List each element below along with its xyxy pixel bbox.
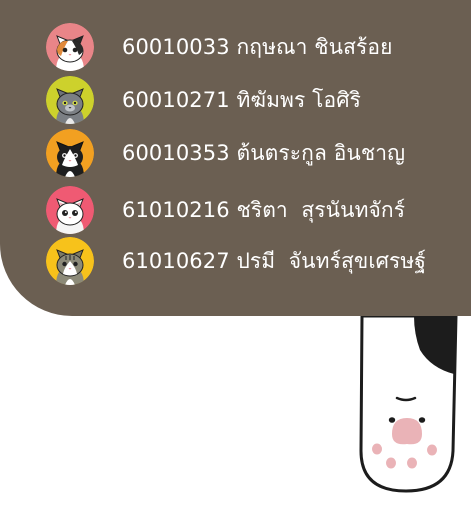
member-row: 60010353 ต้นตระกูล อินชาญ xyxy=(46,129,405,177)
member-text: 61010627 ปรมี จันทร์สุขเศรษฐ์ xyxy=(122,248,427,273)
tabby-cat-avatar-icon xyxy=(46,237,94,285)
member-text: 60010033 กฤษณา ชินสร้อย xyxy=(122,34,393,59)
gray-cat-avatar-icon xyxy=(46,76,94,124)
member-text: 60010353 ต้นตระกูล อินชาญ xyxy=(122,140,406,165)
member-row: 60010271 ทิฆัมพร โอศิริ xyxy=(46,76,361,124)
white-cat-avatar-icon xyxy=(46,186,94,234)
calico-cat-avatar-icon xyxy=(46,23,94,71)
member-text: 61010216 ชริตา สุรนันทจักร์ xyxy=(122,197,406,222)
member-text: 60010271 ทิฆัมพร โอศิริ xyxy=(122,87,362,112)
member-list-panel: 60010033 กฤษณา ชินสร้อย 60010271 ทิฆัมพร… xyxy=(0,0,471,316)
cat-paw-illustration xyxy=(356,314,460,500)
member-row: 61010627 ปรมี จันทร์สุขเศรษฐ์ xyxy=(46,237,426,285)
member-row: 61010216 ชริตา สุรนันทจักร์ xyxy=(46,186,405,234)
member-row: 60010033 กฤษณา ชินสร้อย xyxy=(46,23,393,71)
tuxedo-cat-avatar-icon xyxy=(46,129,94,177)
